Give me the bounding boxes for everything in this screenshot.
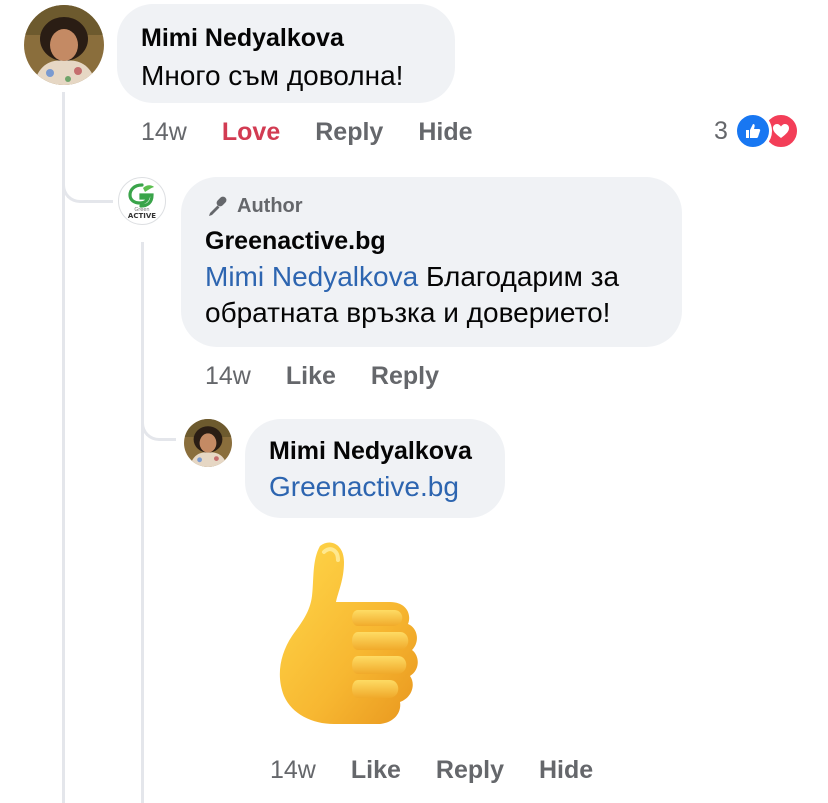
hide-button[interactable]: Hide (418, 118, 472, 147)
thread-connector-reply1 (62, 92, 113, 203)
thread-connector-reply2 (141, 242, 176, 441)
love-button[interactable]: Love (222, 118, 280, 147)
like-icon (733, 112, 772, 150)
logo-text-bottom: ACTIVE (128, 212, 156, 220)
reply-author-name[interactable]: Mimi Nedyalkova (269, 437, 472, 466)
avatar[interactable] (184, 419, 232, 467)
comment-actions: 14w Love Reply Hide (141, 118, 473, 147)
author-badge-label: Author (237, 194, 303, 217)
author-badge: Author (205, 194, 303, 218)
reply-button[interactable]: Reply (436, 756, 504, 785)
like-button[interactable]: Like (286, 362, 336, 391)
hide-button[interactable]: Hide (539, 756, 593, 785)
reply-button[interactable]: Reply (315, 118, 383, 147)
reply-bubble: Mimi Nedyalkova Greenactive.bg (245, 419, 505, 518)
avatar[interactable] (24, 5, 104, 85)
page-avatar[interactable]: Green ACTIVE (118, 177, 166, 225)
timestamp[interactable]: 14w (205, 362, 251, 391)
mention-link[interactable]: Greenactive.bg (269, 469, 459, 505)
reply-actions: 14w Like Reply (205, 362, 439, 391)
reply-actions: 14w Like Reply Hide (270, 756, 593, 785)
mention-link[interactable]: Mimi Nedyalkova (205, 261, 418, 292)
reaction-summary[interactable]: 3 (714, 112, 800, 150)
reaction-count: 3 (714, 116, 728, 145)
timestamp[interactable]: 14w (141, 118, 187, 147)
timestamp[interactable]: 14w (270, 756, 316, 785)
microphone-icon (205, 194, 229, 218)
like-button[interactable]: Like (351, 756, 401, 785)
comment-author-name[interactable]: Mimi Nedyalkova (141, 24, 344, 53)
comment-text: Много съм доволна! (141, 60, 404, 91)
comment-bubble: Mimi Nedyalkova Много съм доволна! (117, 4, 455, 103)
reply-bubble: Author Greenactive.bg Mimi Nedyalkova Бл… (181, 177, 682, 347)
thumbs-up-sticker[interactable] (272, 536, 434, 736)
thread-line-main (62, 92, 65, 803)
reply-button[interactable]: Reply (371, 362, 439, 391)
reply-author-name[interactable]: Greenactive.bg (205, 227, 386, 256)
reply-text: Mimi Nedyalkova Благодарим за обратната … (205, 259, 665, 331)
